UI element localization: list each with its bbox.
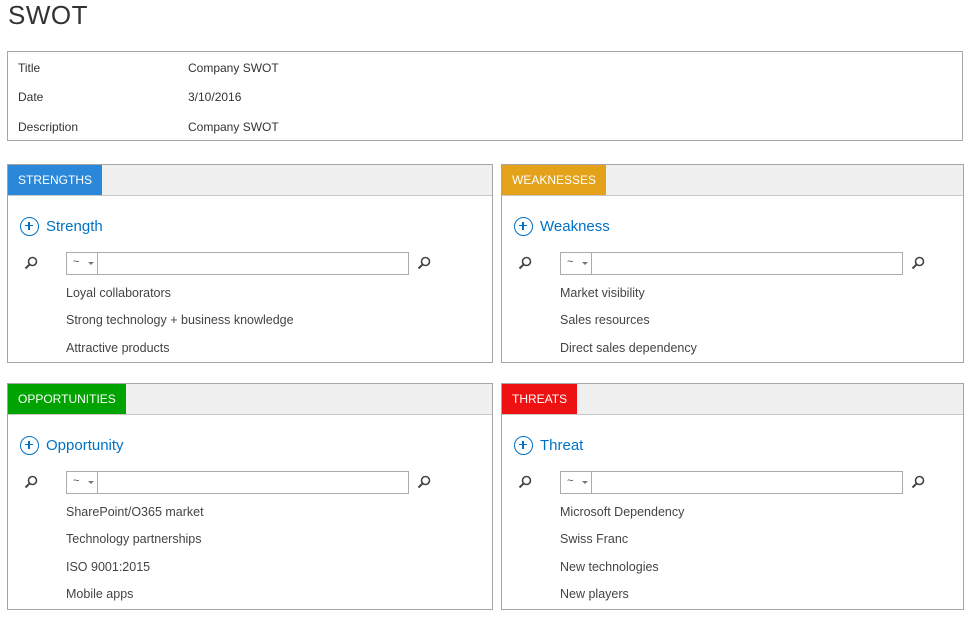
list-item[interactable]: New technologies: [560, 558, 684, 585]
add-threat-button[interactable]: Threat: [514, 434, 583, 456]
weaknesses-tab[interactable]: WEAKNESSES: [502, 165, 607, 195]
opportunities-tab[interactable]: OPPORTUNITIES: [8, 384, 126, 414]
search-box: ~: [560, 471, 903, 494]
magnifier-icon: [518, 256, 532, 270]
filter-select-value: ~: [567, 256, 574, 268]
panel-header: THREATS: [502, 384, 963, 415]
threats-search: ~: [516, 471, 936, 495]
threats-panel: THREATS Threat ~ Microsoft Dependency Sw…: [501, 383, 964, 610]
weaknesses-search: ~: [516, 252, 936, 276]
opportunities-search: ~: [22, 471, 442, 495]
filter-select[interactable]: ~: [561, 472, 592, 493]
search-input[interactable]: [593, 253, 902, 274]
filter-select[interactable]: ~: [67, 253, 98, 274]
filter-select-value: ~: [73, 475, 80, 487]
weaknesses-panel: WEAKNESSES Weakness ~ Market visibility …: [501, 164, 964, 363]
search-box: ~: [66, 252, 409, 275]
list-item[interactable]: Direct sales dependency: [560, 339, 697, 366]
page-title: SWOT: [8, 0, 88, 30]
list-item[interactable]: Strong technology + business knowledge: [66, 311, 294, 338]
list-item[interactable]: Swiss Franc: [560, 530, 684, 557]
list-item[interactable]: SharePoint/O365 market: [66, 503, 204, 530]
strengths-panel: STRENGTHS Strength ~ Loyal collaborators…: [7, 164, 493, 363]
title-label: Title: [18, 61, 41, 75]
add-threat-label: Threat: [540, 436, 584, 454]
search-button-icon[interactable]: [417, 256, 431, 270]
magnifier-icon: [24, 256, 38, 270]
list-item[interactable]: Microsoft Dependency: [560, 503, 684, 530]
threats-list: Microsoft Dependency Swiss Franc New tec…: [560, 503, 684, 612]
search-input[interactable]: [99, 472, 408, 493]
list-item[interactable]: Loyal collaborators: [66, 284, 294, 311]
chevron-down-icon: [582, 481, 588, 484]
date-value: 3/10/2016: [188, 90, 242, 104]
filter-select[interactable]: ~: [561, 253, 592, 274]
list-item[interactable]: Attractive products: [66, 339, 294, 366]
item-properties: Title Company SWOT Date 3/10/2016 Descri…: [7, 51, 963, 141]
opportunities-list: SharePoint/O365 market Technology partne…: [66, 503, 204, 612]
list-item[interactable]: ISO 9001:2015: [66, 558, 204, 585]
add-weakness-label: Weakness: [540, 217, 610, 235]
search-button-icon[interactable]: [911, 256, 925, 270]
list-item[interactable]: Sales resources: [560, 311, 697, 338]
plus-circle-icon: [20, 435, 39, 455]
filter-select-value: ~: [567, 475, 574, 487]
search-button-icon[interactable]: [911, 475, 925, 489]
strengths-tab[interactable]: STRENGTHS: [8, 165, 103, 195]
plus-circle-icon: [514, 435, 533, 455]
search-button-icon[interactable]: [417, 475, 431, 489]
add-opportunity-label: Opportunity: [46, 436, 124, 454]
chevron-down-icon: [88, 481, 94, 484]
threats-tab[interactable]: THREATS: [502, 384, 578, 414]
magnifier-icon: [24, 475, 38, 489]
search-box: ~: [560, 252, 903, 275]
date-label: Date: [18, 90, 44, 104]
magnifier-icon: [518, 475, 532, 489]
strengths-list: Loyal collaborators Strong technology + …: [66, 284, 294, 366]
list-item[interactable]: Market visibility: [560, 284, 697, 311]
description-value: Company SWOT: [188, 120, 279, 134]
list-item[interactable]: New players: [560, 585, 684, 612]
title-value: Company SWOT: [188, 61, 279, 75]
panel-header: WEAKNESSES: [502, 165, 963, 196]
add-strength-label: Strength: [46, 217, 103, 235]
description-label: Description: [18, 120, 79, 134]
strengths-search: ~: [22, 252, 442, 276]
add-weakness-button[interactable]: Weakness: [514, 215, 610, 237]
search-box: ~: [66, 471, 409, 494]
list-item[interactable]: Technology partnerships: [66, 530, 204, 557]
panel-header: OPPORTUNITIES: [8, 384, 492, 415]
chevron-down-icon: [88, 262, 94, 265]
plus-circle-icon: [20, 216, 39, 236]
filter-select[interactable]: ~: [67, 472, 98, 493]
search-input[interactable]: [593, 472, 902, 493]
search-input[interactable]: [99, 253, 408, 274]
plus-circle-icon: [514, 216, 533, 236]
panel-header: STRENGTHS: [8, 165, 492, 196]
list-item[interactable]: Mobile apps: [66, 585, 204, 612]
add-opportunity-button[interactable]: Opportunity: [20, 434, 124, 456]
chevron-down-icon: [582, 262, 588, 265]
weaknesses-list: Market visibility Sales resources Direct…: [560, 284, 697, 366]
add-strength-button[interactable]: Strength: [20, 215, 103, 237]
filter-select-value: ~: [73, 256, 80, 268]
opportunities-panel: OPPORTUNITIES Opportunity ~ SharePoint/O…: [7, 383, 493, 610]
